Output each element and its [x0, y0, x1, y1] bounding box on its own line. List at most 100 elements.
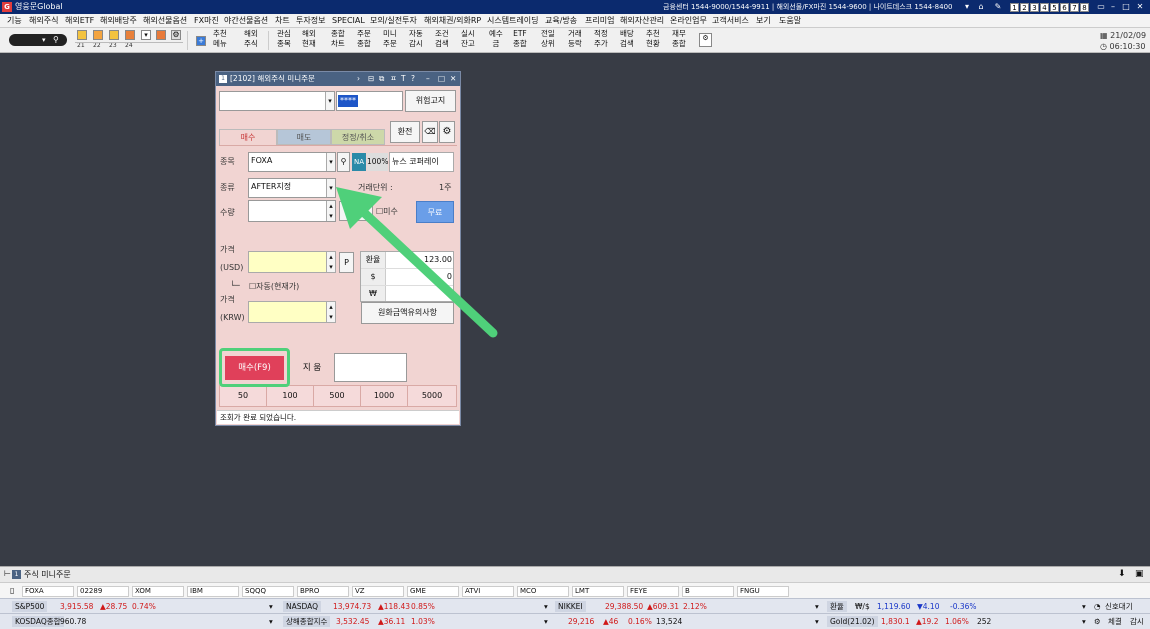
toolbar-button[interactable]: 추천 현황 [646, 29, 660, 49]
minimize-icon[interactable]: – [1108, 2, 1118, 12]
settings-icon[interactable]: ⚙ [699, 33, 712, 47]
bottom-tab-mini-order[interactable]: 주식 미니주문 [24, 569, 71, 580]
quick-qty-button[interactable]: 100 [267, 386, 314, 406]
toolbar-button[interactable]: 배당 검색 [620, 29, 634, 49]
folder-icon[interactable] [77, 30, 87, 40]
document-icon[interactable]: ▯ [10, 586, 14, 595]
pin-icon[interactable]: ✎ [993, 2, 1003, 12]
menu-item[interactable]: 도움말 [779, 16, 801, 26]
toolbar-button[interactable]: 재무 종합 [672, 29, 686, 49]
dropdown-arrow-icon[interactable]: ▾ [962, 2, 972, 12]
menu-item[interactable]: 해외배당주 [100, 16, 137, 26]
screen-4-button[interactable]: 4 [1040, 3, 1049, 12]
quick-qty-button[interactable]: 500 [314, 386, 361, 406]
window-icon[interactable]: ▭ [1096, 2, 1106, 12]
pin-icon[interactable]: ㅍ [390, 72, 397, 86]
minimize-icon[interactable]: – [426, 72, 430, 86]
menu-item[interactable]: 야간선물옵션 [224, 16, 268, 26]
dropdown-arrow-icon[interactable]: ▾ [815, 616, 819, 627]
monitor-icon[interactable] [156, 30, 166, 40]
screen-8-button[interactable]: 8 [1080, 3, 1089, 12]
maximize-icon[interactable]: □ [1121, 2, 1131, 12]
quantity-input[interactable]: ▴ ▾ [248, 200, 336, 222]
screen-3-button[interactable]: 3 [1030, 3, 1039, 12]
gear-icon[interactable]: ⚙ [1094, 616, 1101, 627]
lock-icon[interactable] [109, 30, 119, 40]
dropdown-arrow-icon[interactable]: ▾ [325, 92, 334, 110]
screen-2-button[interactable]: 2 [1020, 3, 1029, 12]
menu-item[interactable]: 해외ETF [65, 16, 94, 26]
text-icon[interactable]: T [401, 72, 406, 86]
menu-item[interactable]: 기능 [7, 16, 22, 26]
price-krw-input[interactable]: ▴ ▾ [248, 301, 336, 323]
risk-notice-button[interactable]: 위험고지 [405, 90, 456, 112]
help-icon[interactable]: ? [411, 72, 415, 86]
search-icon[interactable]: ⚲ [337, 152, 350, 172]
symbol-chip[interactable]: 02289 [77, 586, 129, 597]
symbol-chip[interactable]: XOM [132, 586, 184, 597]
screen-7-button[interactable]: 7 [1070, 3, 1079, 12]
menu-item[interactable]: 고객서비스 [712, 16, 749, 26]
symbol-chip[interactable]: GME [407, 586, 459, 597]
image-icon[interactable]: ▣ [1135, 569, 1144, 579]
toolbar-button[interactable]: 해외 주식 [244, 29, 258, 49]
eraser-icon[interactable]: ⌫ [422, 121, 438, 143]
symbol-chip[interactable]: VZ [352, 586, 404, 597]
symbol-chip[interactable]: ATVI [462, 586, 514, 597]
note-icon[interactable] [93, 30, 103, 40]
symbol-chip[interactable]: MCO [517, 586, 569, 597]
toolbar-button[interactable]: 예수 금 [489, 29, 503, 49]
copy-icon[interactable]: ⧉ [379, 72, 384, 86]
menu-item[interactable]: 해외선물옵션 [143, 16, 187, 26]
toolbar-button[interactable]: 종합 차트 [331, 29, 345, 49]
menu-item[interactable]: SPECIAL [332, 16, 365, 26]
screen-1-button[interactable]: 1 [1010, 3, 1019, 12]
symbol-chip[interactable]: SQQQ [242, 586, 294, 597]
price-usd-input[interactable]: ▴ ▾ [248, 251, 336, 273]
menu-item[interactable]: 모의/실전투자 [370, 16, 417, 26]
home-icon[interactable]: ⌂ [976, 2, 986, 12]
menu-item[interactable]: 차트 [275, 16, 290, 26]
screen-5-button[interactable]: 5 [1050, 3, 1059, 12]
auto-price-checkbox[interactable]: ☐자동(현재가) [249, 281, 299, 292]
toolbar-button[interactable]: 적정 주가 [594, 29, 608, 49]
menu-item[interactable]: 해외주식 [29, 16, 58, 26]
toolbar-button[interactable]: 주문 종합 [357, 29, 371, 49]
dropdown-arrow-icon[interactable]: ▾ [269, 616, 273, 627]
quick-qty-button[interactable]: 5000 [408, 386, 456, 406]
toolbar-button[interactable]: 자동 감시 [409, 29, 423, 49]
symbol-chip[interactable]: FOXA [22, 586, 74, 597]
dropdown-arrow-icon[interactable]: ▾ [544, 601, 548, 612]
tab-buy[interactable]: 매수 [219, 129, 277, 145]
symbol-chip[interactable]: LMT [572, 586, 624, 597]
toolbar-button[interactable]: 미니 주문 [383, 29, 397, 49]
menu-item[interactable]: 보기 [756, 16, 771, 26]
chevron-down-icon[interactable]: ▾ [141, 30, 151, 40]
toolbar-button[interactable]: 전일 상위 [541, 29, 555, 49]
close-icon[interactable]: ✕ [1135, 2, 1145, 12]
symbol-chip[interactable]: FEYE [627, 586, 679, 597]
tab-modify-cancel[interactable]: 정정/취소 [331, 129, 385, 145]
dropdown-arrow-icon[interactable]: ▾ [1082, 601, 1086, 612]
account-selector[interactable]: ▾ ⚲ [9, 34, 67, 46]
menu-item[interactable]: FX마진 [194, 16, 219, 26]
menu-item[interactable]: 교육/방송 [545, 16, 577, 26]
password-field[interactable]: **** [336, 91, 403, 111]
quick-qty-button[interactable]: 50 [220, 386, 267, 406]
execution-toggle[interactable]: 체결 [1108, 616, 1122, 627]
exchange-button[interactable]: 환전 [390, 121, 420, 143]
search-icon[interactable]: ⚲ [53, 34, 59, 46]
maximize-icon[interactable]: □ [438, 72, 445, 86]
dropdown-arrow-icon[interactable]: ▾ [544, 616, 548, 627]
dropdown-arrow-icon[interactable]: ▾ [1082, 616, 1086, 627]
symbol-chip[interactable]: FNGU [737, 586, 789, 597]
symbol-chip[interactable]: BPRO [297, 586, 349, 597]
menu-item[interactable]: 해외채권/외화RP [424, 16, 481, 26]
toolbar-button[interactable]: 관심 종목 [277, 29, 291, 49]
symbol-chip[interactable]: B [682, 586, 734, 597]
monitor-toggle[interactable]: 감시 [1130, 616, 1144, 627]
symbol-input[interactable]: FOXA ▾ [248, 152, 336, 172]
gear-icon[interactable]: ⚙ [439, 121, 455, 143]
download-icon[interactable]: ⬇ [1118, 569, 1126, 579]
order-type-select[interactable]: AFTER지정 ▾ [248, 178, 336, 198]
